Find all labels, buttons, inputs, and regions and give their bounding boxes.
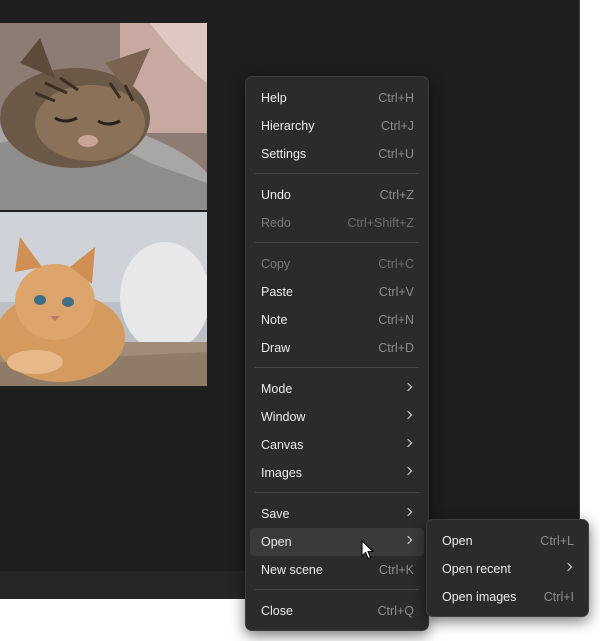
menu-item-canvas[interactable]: Canvas bbox=[250, 431, 424, 459]
submenu-item-open-images[interactable]: Open images Ctrl+I bbox=[431, 583, 584, 611]
menu-item-copy: Copy Ctrl+C bbox=[250, 250, 424, 278]
chevron-right-icon bbox=[403, 507, 413, 517]
chevron-right-icon bbox=[403, 438, 413, 448]
menu-item-shortcut: Ctrl+N bbox=[378, 313, 414, 327]
menu-separator bbox=[255, 589, 419, 590]
menu-separator bbox=[255, 242, 419, 243]
submenu-item-open-recent[interactable]: Open recent bbox=[431, 555, 584, 583]
menu-item-redo: Redo Ctrl+Shift+Z bbox=[250, 209, 424, 237]
menu-item-label: Draw bbox=[261, 341, 291, 355]
menu-item-window[interactable]: Window bbox=[250, 403, 424, 431]
menu-separator bbox=[255, 492, 419, 493]
menu-item-new-scene[interactable]: New scene Ctrl+K bbox=[250, 556, 424, 584]
menu-item-settings[interactable]: Settings Ctrl+U bbox=[250, 140, 424, 168]
menu-item-label: Copy bbox=[261, 257, 291, 271]
menu-item-mode[interactable]: Mode bbox=[250, 375, 424, 403]
chevron-right-icon bbox=[403, 535, 413, 545]
menu-item-shortcut: Ctrl+U bbox=[378, 147, 414, 161]
chevron-right-icon bbox=[563, 562, 573, 572]
menu-item-label: Hierarchy bbox=[261, 119, 315, 133]
chevron-right-icon bbox=[403, 382, 413, 392]
menu-item-label: Settings bbox=[261, 147, 307, 161]
tabby-cat-image[interactable] bbox=[0, 23, 207, 210]
menu-item-label: Open bbox=[261, 535, 292, 549]
menu-item-paste[interactable]: Paste Ctrl+V bbox=[250, 278, 424, 306]
menu-item-shortcut: Ctrl+Q bbox=[377, 604, 414, 618]
menu-item-label: Help bbox=[261, 91, 287, 105]
menu-item-label: Save bbox=[261, 507, 290, 521]
menu-item-shortcut: Ctrl+C bbox=[378, 257, 414, 271]
mouse-cursor-icon bbox=[361, 540, 374, 560]
menu-item-label: Redo bbox=[261, 216, 291, 230]
menu-separator bbox=[255, 173, 419, 174]
menu-item-shortcut: Ctrl+H bbox=[378, 91, 414, 105]
menu-item-label: Open images bbox=[442, 590, 517, 604]
menu-item-close[interactable]: Close Ctrl+Q bbox=[250, 597, 424, 625]
ginger-kitten-image[interactable] bbox=[0, 212, 207, 386]
menu-item-shortcut: Ctrl+V bbox=[378, 285, 414, 299]
menu-item-shortcut: Ctrl+Shift+Z bbox=[347, 216, 414, 230]
context-menu: Help Ctrl+H Hierarchy Ctrl+J Settings Ct… bbox=[245, 76, 429, 631]
menu-item-save[interactable]: Save bbox=[250, 500, 424, 528]
menu-item-label: Mode bbox=[261, 382, 293, 396]
menu-item-label: Close bbox=[261, 604, 293, 618]
menu-item-shortcut: Ctrl+K bbox=[378, 563, 414, 577]
menu-item-help[interactable]: Help Ctrl+H bbox=[250, 84, 424, 112]
menu-item-open[interactable]: Open bbox=[250, 528, 424, 556]
menu-item-shortcut: Ctrl+D bbox=[378, 341, 414, 355]
menu-item-label: Undo bbox=[261, 188, 291, 202]
menu-item-images[interactable]: Images bbox=[250, 459, 424, 487]
chevron-right-icon bbox=[403, 466, 413, 476]
tabby-cat-photo bbox=[0, 23, 207, 210]
menu-separator bbox=[255, 367, 419, 368]
ginger-kitten-photo bbox=[0, 212, 207, 386]
chevron-right-icon bbox=[403, 410, 413, 420]
menu-item-label: Canvas bbox=[261, 438, 304, 452]
menu-item-undo[interactable]: Undo Ctrl+Z bbox=[250, 181, 424, 209]
menu-item-hierarchy[interactable]: Hierarchy Ctrl+J bbox=[250, 112, 424, 140]
menu-item-note[interactable]: Note Ctrl+N bbox=[250, 306, 424, 334]
menu-item-shortcut: Ctrl+L bbox=[540, 534, 574, 548]
menu-item-label: New scene bbox=[261, 563, 323, 577]
menu-item-shortcut: Ctrl+J bbox=[381, 119, 414, 133]
menu-item-label: Open recent bbox=[442, 562, 511, 576]
menu-item-label: Images bbox=[261, 466, 302, 480]
menu-item-label: Open bbox=[442, 534, 473, 548]
menu-item-draw[interactable]: Draw Ctrl+D bbox=[250, 334, 424, 362]
menu-item-label: Note bbox=[261, 313, 288, 327]
menu-item-shortcut: Ctrl+I bbox=[543, 590, 574, 604]
menu-item-shortcut: Ctrl+Z bbox=[379, 188, 414, 202]
menu-item-label: Paste bbox=[261, 285, 293, 299]
menu-item-label: Window bbox=[261, 410, 306, 424]
open-submenu: Open Ctrl+L Open recent Open images Ctrl… bbox=[426, 519, 589, 617]
submenu-item-open[interactable]: Open Ctrl+L bbox=[431, 527, 584, 555]
